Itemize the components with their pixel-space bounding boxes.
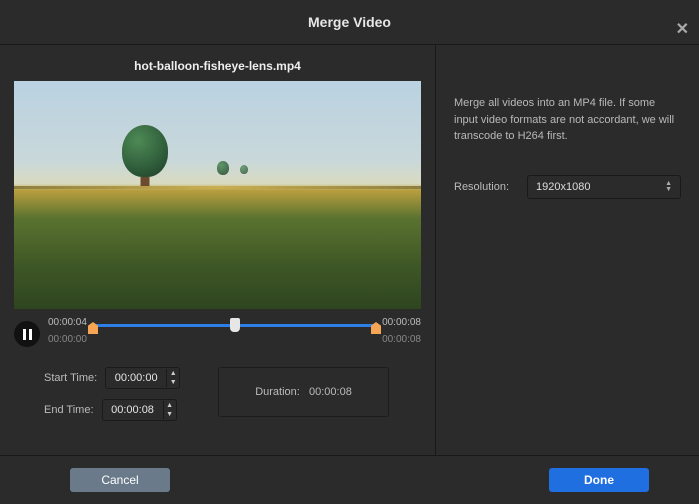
dialog-title: Merge Video xyxy=(308,14,391,30)
full-start-time: 00:00:00 xyxy=(48,334,87,345)
trim-handle-left[interactable] xyxy=(88,322,98,334)
start-time-label: Start Time: xyxy=(44,372,97,384)
duration-value: 00:00:08 xyxy=(309,386,352,398)
right-panel: Merge all videos into an MP4 file. If so… xyxy=(436,45,699,456)
dialog-header: Merge Video ✕ xyxy=(0,0,699,45)
cancel-button[interactable]: Cancel xyxy=(70,468,170,492)
chevron-up-icon[interactable]: ▲ xyxy=(164,401,176,410)
trim-end-time: 00:00:08 xyxy=(382,317,421,328)
end-time-label: End Time: xyxy=(44,404,94,416)
pause-icon xyxy=(23,329,32,340)
resolution-select[interactable]: 1920x1080 ▲▼ xyxy=(527,175,681,199)
end-time-stepper[interactable]: ▲▼ xyxy=(102,399,177,421)
select-arrows-icon: ▲▼ xyxy=(665,181,672,193)
dialog-footer: Cancel Done xyxy=(0,455,699,504)
balloon-decor xyxy=(122,125,168,177)
time-editors: Start Time: ▲▼ End Time: ▲▼ Duration: xyxy=(44,367,421,421)
end-time-input[interactable] xyxy=(103,403,163,417)
merge-info-text: Merge all videos into an MP4 file. If so… xyxy=(454,95,681,145)
done-button[interactable]: Done xyxy=(549,468,649,492)
resolution-label: Resolution: xyxy=(454,181,509,193)
duration-label: Duration: xyxy=(255,386,300,398)
playback-controls: 00:00:04 00:00:08 00:00:00 00:00:08 xyxy=(14,319,421,349)
chevron-down-icon[interactable]: ▼ xyxy=(167,378,179,387)
trim-handle-right[interactable] xyxy=(371,322,381,334)
full-end-time: 00:00:08 xyxy=(382,334,421,345)
start-time-stepper[interactable]: ▲▼ xyxy=(105,367,180,389)
start-time-input[interactable] xyxy=(106,371,166,385)
horizon-decor xyxy=(14,186,421,189)
trim-slider[interactable]: 00:00:04 00:00:08 00:00:00 00:00:08 xyxy=(48,319,421,349)
chevron-down-icon[interactable]: ▼ xyxy=(164,410,176,419)
balloon-decor xyxy=(240,165,248,174)
dialog-body: hot-balloon-fisheye-lens.mp4 00:00:04 00… xyxy=(0,45,699,456)
duration-box: Duration: 00:00:08 xyxy=(218,367,389,417)
pause-button[interactable] xyxy=(14,321,40,347)
trim-track[interactable] xyxy=(93,324,376,327)
balloon-decor xyxy=(217,161,229,175)
file-name: hot-balloon-fisheye-lens.mp4 xyxy=(0,45,435,81)
left-panel: hot-balloon-fisheye-lens.mp4 00:00:04 00… xyxy=(0,45,435,456)
chevron-up-icon[interactable]: ▲ xyxy=(167,369,179,378)
resolution-value: 1920x1080 xyxy=(536,181,590,193)
playhead[interactable] xyxy=(230,318,240,332)
trim-start-time: 00:00:04 xyxy=(48,317,87,328)
video-preview[interactable] xyxy=(14,81,421,309)
